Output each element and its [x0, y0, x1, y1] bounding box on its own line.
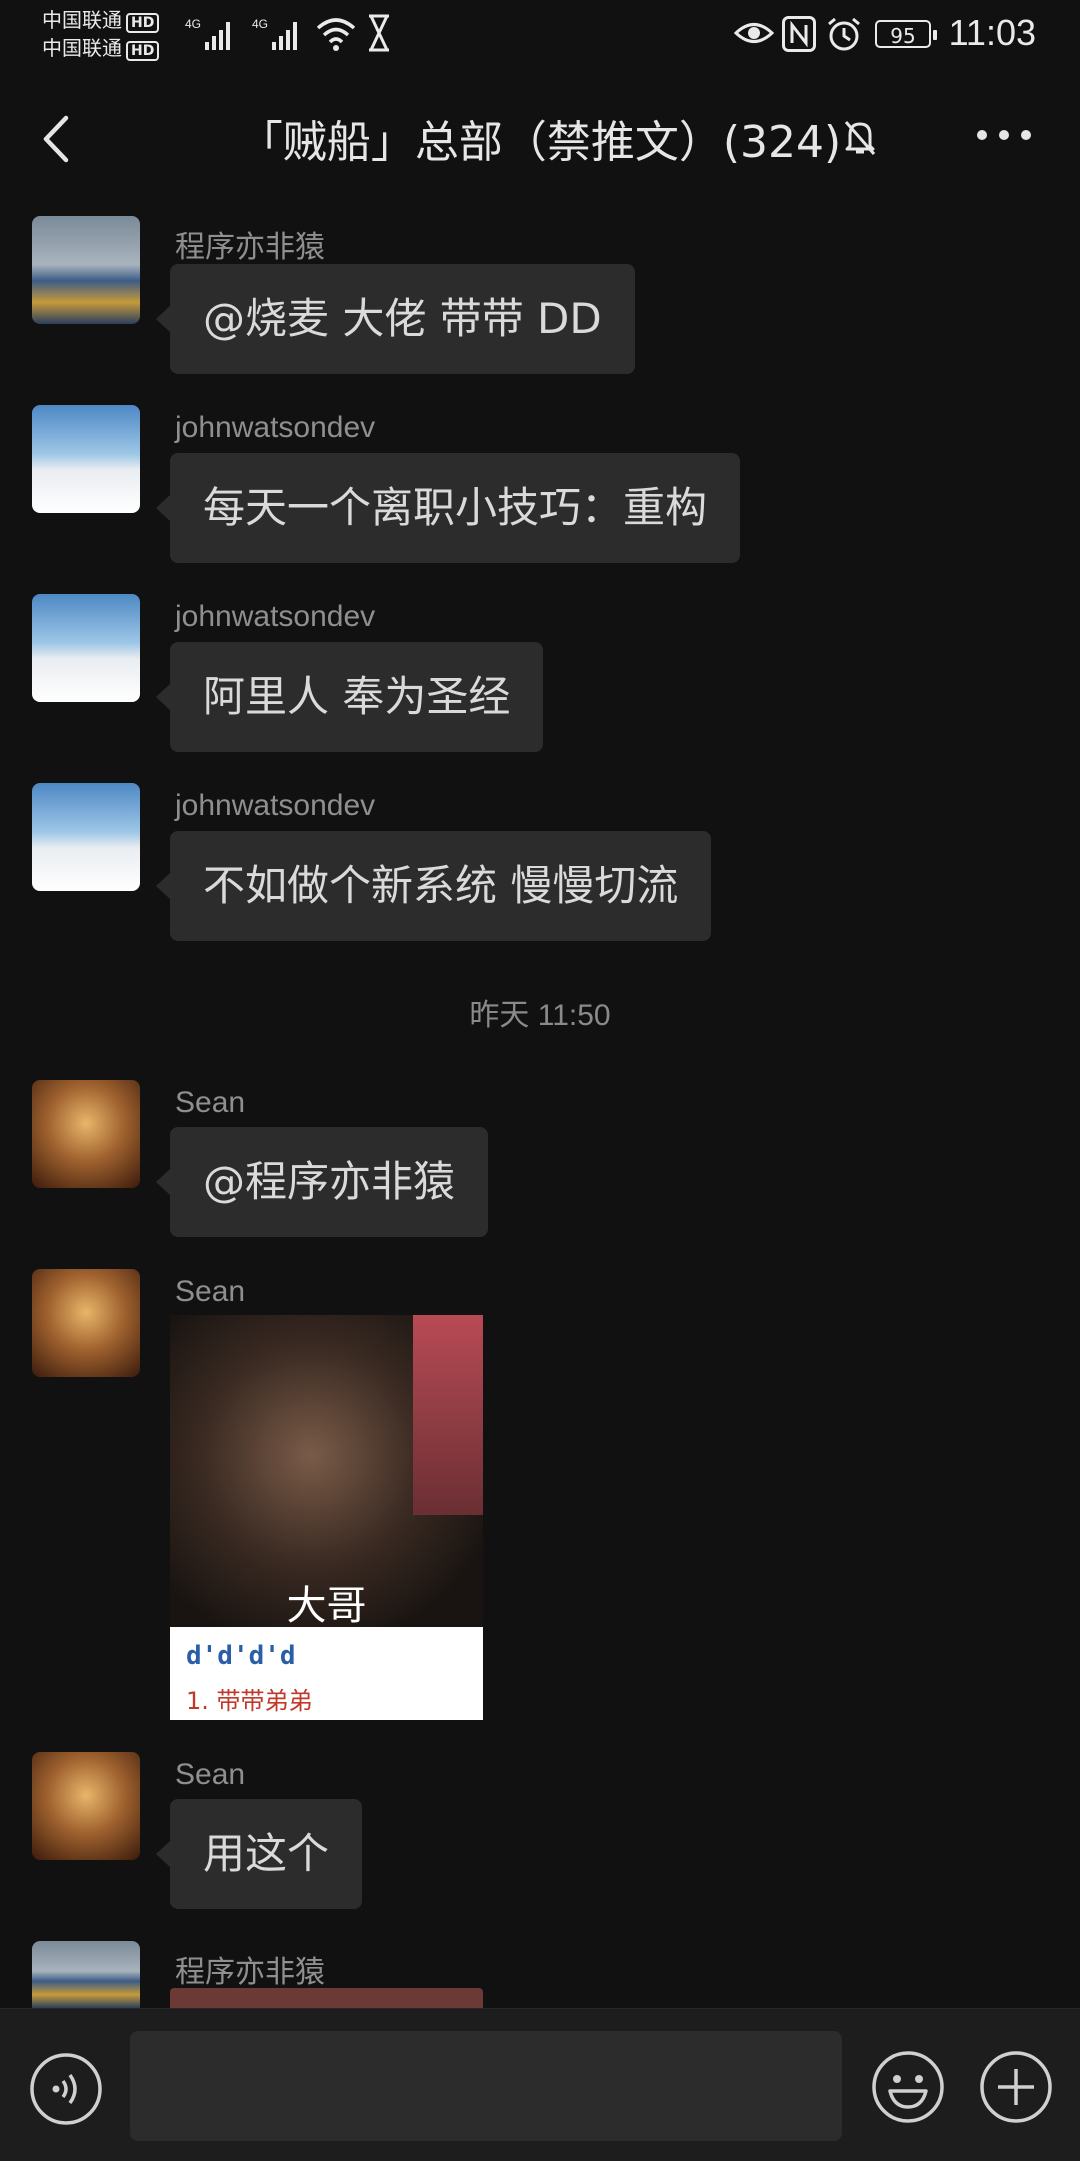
- hd-badge: HD: [126, 41, 160, 61]
- more-options-icon[interactable]: [976, 120, 1032, 150]
- emoji-icon[interactable]: [870, 2049, 946, 2125]
- message-bubble[interactable]: 每天一个离职小技巧：重构: [155, 453, 741, 563]
- network-type-2: 4G: [252, 17, 268, 31]
- timestamp-divider: 昨天 11:50: [469, 999, 611, 1032]
- message-bubble[interactable]: @烧麦 大佬 带带 DD: [156, 264, 635, 374]
- status-time: 11:03: [948, 12, 1036, 53]
- sender-name: johnwatsondev: [175, 789, 376, 822]
- sender-name: 程序亦非猿: [175, 231, 325, 264]
- avatar[interactable]: [32, 1269, 140, 1377]
- avatar[interactable]: [32, 594, 140, 702]
- message-bubble[interactable]: @程序亦非猿: [155, 1127, 489, 1237]
- chat-header: 「贼船」总部（禁推文）(324): [0, 90, 1080, 186]
- status-bar: 中国联通 HD 中国联通 HD 4G 4G 95 11:03: [0, 0, 1080, 70]
- alarm-icon: [828, 17, 860, 51]
- hd-badge: HD: [126, 13, 160, 33]
- message-bubble[interactable]: 用这个: [155, 1799, 363, 1909]
- message-bubble[interactable]: 阿里人 奉为圣经: [155, 642, 544, 752]
- avatar[interactable]: [32, 1752, 140, 1860]
- sticker-text-line: 1. 带带弟弟: [186, 1687, 313, 1715]
- sender-name: johnwatsondev: [175, 600, 376, 633]
- avatar[interactable]: [32, 1941, 140, 2008]
- carrier-1: 中国联通: [42, 8, 122, 32]
- avatar[interactable]: [32, 216, 140, 324]
- eye-icon: [734, 23, 774, 43]
- hourglass-icon: [369, 14, 389, 52]
- voice-input-icon[interactable]: [28, 2051, 104, 2127]
- mute-bell-icon: [844, 121, 876, 155]
- chat-title: 「贼船」总部（禁推文）(324): [238, 117, 842, 168]
- sticker-image[interactable]: [170, 1988, 483, 2008]
- network-type-1: 4G: [185, 17, 201, 31]
- sender-name: Sean: [175, 1758, 246, 1791]
- battery-indicator: 95: [875, 20, 937, 48]
- sticker-text-line: d'd'd'd: [186, 1641, 296, 1671]
- wifi-icon: [316, 18, 356, 51]
- sticker-image[interactable]: 大哥 d'd'd'd 1. 带带弟弟: [170, 1315, 483, 1720]
- avatar[interactable]: [32, 783, 140, 891]
- avatar[interactable]: [32, 1080, 140, 1188]
- plus-icon[interactable]: [978, 2049, 1054, 2125]
- sticker-caption: 大哥: [286, 1583, 367, 1629]
- signal-icon: 4G: [252, 17, 297, 50]
- signal-icon: 4G: [185, 17, 230, 50]
- nfc-icon: [782, 16, 816, 52]
- carrier-info: 中国联通 HD 中国联通 HD: [42, 6, 160, 62]
- message-input[interactable]: [130, 2031, 842, 2141]
- avatar[interactable]: [32, 405, 140, 513]
- sender-name: Sean: [175, 1275, 246, 1308]
- sender-name: Sean: [175, 1086, 246, 1119]
- message-bubble[interactable]: 不如做个新系统 慢慢切流: [155, 831, 712, 941]
- sender-name: johnwatsondev: [175, 411, 376, 444]
- carrier-2: 中国联通: [42, 36, 122, 60]
- input-bar: [0, 2008, 1080, 2161]
- sender-name: 程序亦非猿: [175, 1956, 325, 1989]
